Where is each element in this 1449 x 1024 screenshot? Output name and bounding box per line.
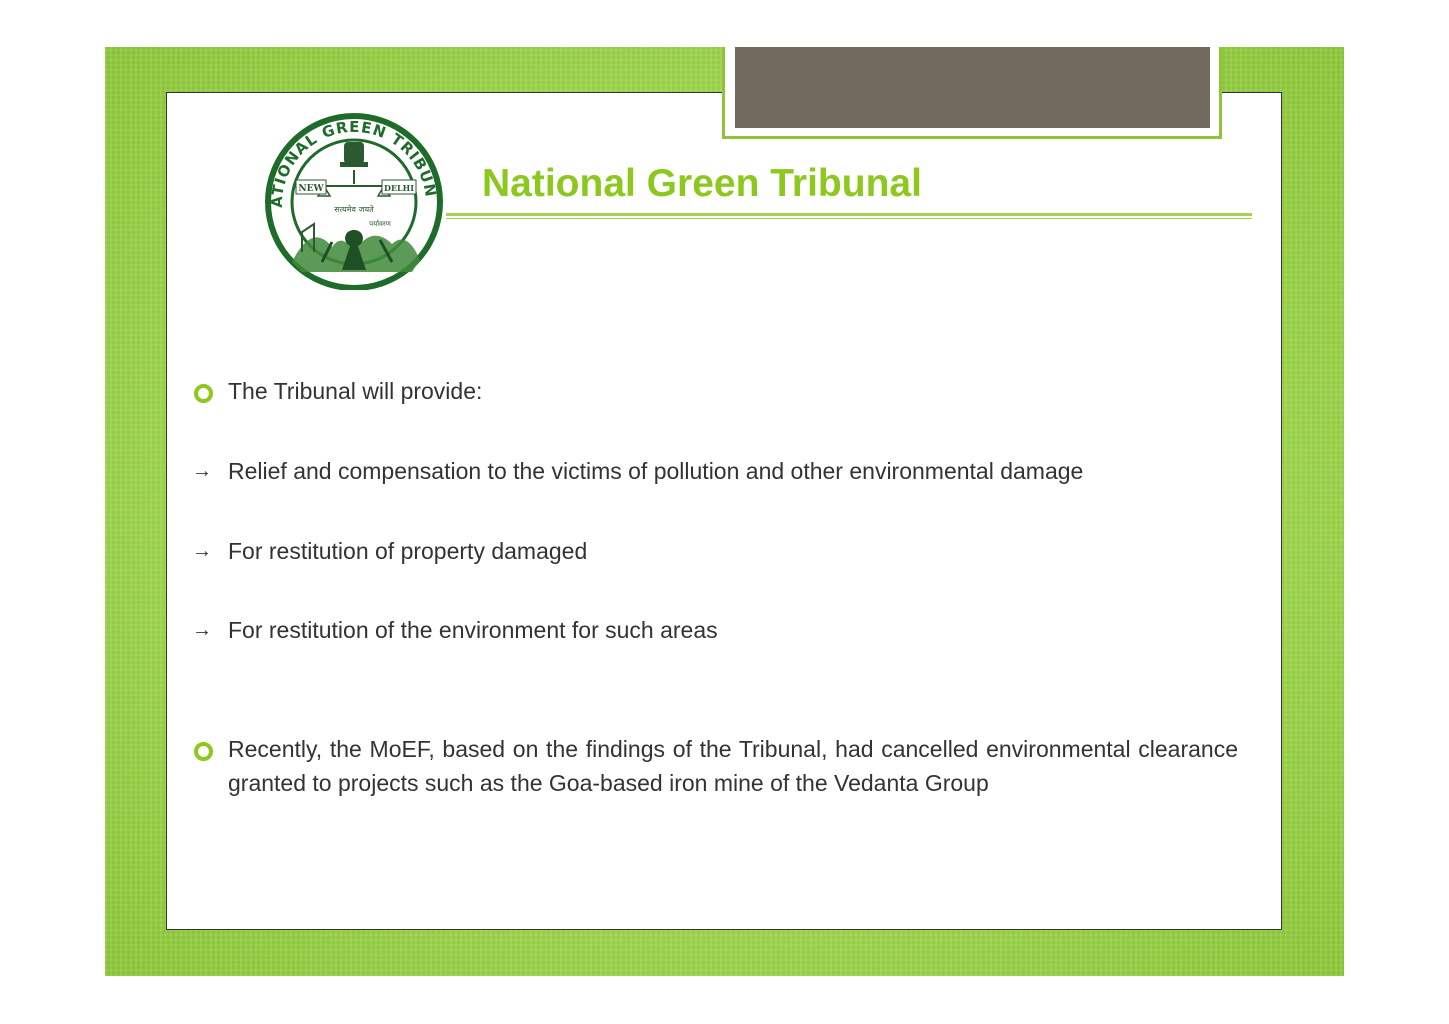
header-tab-fill — [735, 47, 1210, 128]
list-item: The Tribunal will provide: — [228, 378, 483, 404]
circle-bullet-icon — [194, 384, 213, 403]
list-item: For restitution of the environment for s… — [228, 617, 718, 643]
arrow-icon: → — [192, 540, 212, 562]
logo-motto-line2: पर्यावरण — [369, 219, 392, 228]
circle-bullet-icon — [194, 742, 213, 761]
national-green-tribunal-logo: NATIONAL GREEN TRIBUNAL NEW DELHI सत्यमे… — [262, 112, 443, 290]
logo-left-text: NEW — [298, 184, 324, 194]
arrow-icon: → — [192, 619, 212, 641]
title-underline — [446, 213, 1252, 216]
title-underline-thin — [446, 218, 1252, 219]
arrow-icon: → — [192, 460, 212, 482]
list-item: For restitution of property damaged — [228, 538, 588, 564]
list-item: Recently, the MoEF, based on the finding… — [228, 736, 1238, 796]
list-item: Relief and compensation to the victims o… — [228, 458, 1084, 484]
slide-title: National Green Tribunal — [482, 162, 922, 205]
page: NATIONAL GREEN TRIBUNAL NEW DELHI सत्यमे… — [0, 0, 1449, 1024]
logo-motto-line1: सत्यमेव जयते — [334, 204, 374, 214]
logo-right-text: DELHI — [384, 183, 414, 193]
